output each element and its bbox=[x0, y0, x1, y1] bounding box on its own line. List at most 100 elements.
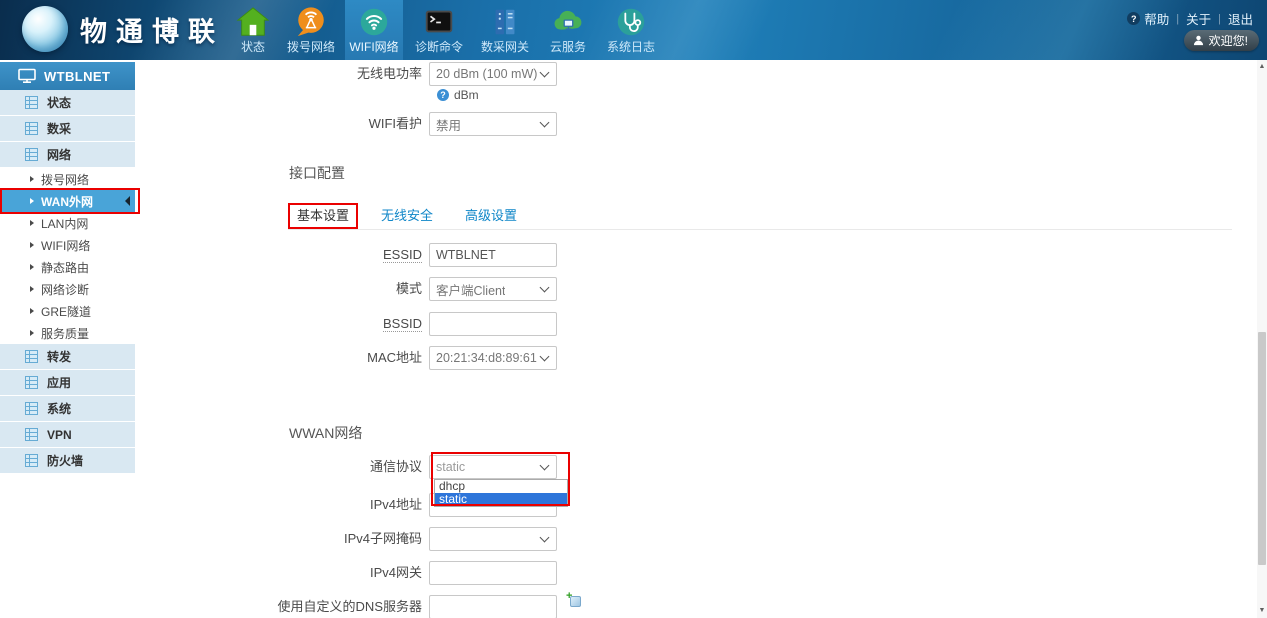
logout-label: 退出 bbox=[1228, 9, 1253, 28]
field-label: IPv4网关 bbox=[135, 561, 429, 585]
sidebar-item-firewall[interactable]: 防火墙 bbox=[0, 448, 135, 473]
topnav-label: WIFI网络 bbox=[345, 40, 403, 54]
brand-name: 物通博联 bbox=[80, 10, 224, 49]
sidebar-item-label: 拨号网络 bbox=[41, 171, 89, 188]
tab-advanced-settings[interactable]: 高级设置 bbox=[456, 203, 526, 229]
bssid-input[interactable] bbox=[429, 312, 557, 336]
tab-basic-settings[interactable]: 基本设置 bbox=[288, 203, 358, 229]
sidebar-item-label: 状态 bbox=[47, 94, 71, 111]
sidebar-item-network-diagnosis[interactable]: 网络诊断 bbox=[0, 278, 135, 300]
topnav-data-gateway[interactable]: 数采网关 bbox=[476, 0, 534, 60]
select-value: 20:21:34:d8:89:61 bbox=[436, 351, 537, 365]
sidebar-device-title[interactable]: WTBLNET bbox=[0, 62, 135, 90]
about-link[interactable]: 关于 bbox=[1186, 9, 1211, 28]
sidebar-item-wifi[interactable]: WIFI网络 bbox=[0, 234, 135, 256]
plus-icon: + bbox=[566, 590, 572, 602]
sidebar-item-label: 系统 bbox=[47, 400, 71, 417]
sidebar-item-application[interactable]: 应用 bbox=[0, 370, 135, 395]
topnav-dial-network[interactable]: 拨号网络 bbox=[282, 0, 340, 60]
field-row-mac: MAC地址 20:21:34:d8:89:61 bbox=[135, 346, 557, 370]
top-header: 物通博联 状态 拨号网络 WIFI网络 诊断命令 bbox=[0, 0, 1267, 60]
triangle-right-icon bbox=[30, 220, 34, 226]
topnav-status[interactable]: 状态 bbox=[224, 0, 282, 60]
field-label: WIFI看护 bbox=[135, 112, 429, 136]
topnav-label: 系统日志 bbox=[602, 40, 660, 54]
protocol-dropdown-list: dhcp static bbox=[434, 479, 568, 507]
sidebar-item-label: 转发 bbox=[47, 348, 71, 365]
chevron-down-icon bbox=[540, 351, 550, 361]
sidebar-item-label: WAN外网 bbox=[41, 193, 93, 210]
logout-link[interactable]: 退出 bbox=[1228, 9, 1253, 28]
essid-input[interactable] bbox=[429, 243, 557, 267]
topnav-cloud-service[interactable]: 云服务 bbox=[539, 0, 597, 60]
protocol-select[interactable]: static bbox=[429, 455, 557, 479]
essid-label: ESSID bbox=[383, 247, 422, 263]
section-title-interface: 接口配置 bbox=[289, 163, 345, 183]
radio-power-select[interactable]: 20 dBm (100 mW) bbox=[429, 62, 557, 86]
chevron-down-icon bbox=[540, 117, 550, 127]
field-label: IPv4子网掩码 bbox=[135, 527, 429, 551]
field-label: 无线电功率 bbox=[135, 62, 429, 86]
topnav-label: 状态 bbox=[224, 40, 282, 54]
user-icon bbox=[1193, 35, 1204, 46]
chevron-down-icon bbox=[540, 67, 550, 77]
grid-icon bbox=[25, 122, 38, 135]
sidebar-item-system[interactable]: 系统 bbox=[0, 396, 135, 421]
help-link[interactable]: ?帮助 bbox=[1127, 9, 1169, 28]
sidebar-item-label: LAN内网 bbox=[41, 215, 88, 232]
add-entry-icon[interactable]: + bbox=[567, 594, 581, 607]
dns-input[interactable] bbox=[429, 595, 557, 618]
scroll-up-arrow[interactable]: ▲ bbox=[1257, 62, 1267, 72]
topnav-label: 诊断命令 bbox=[410, 40, 468, 54]
triangle-right-icon bbox=[30, 176, 34, 182]
field-row-mode: 模式 客户端Client bbox=[135, 277, 557, 301]
sidebar-item-gre-tunnel[interactable]: GRE隧道 bbox=[0, 300, 135, 322]
topnav-system-log[interactable]: 系统日志 bbox=[602, 0, 660, 60]
sidebar-item-wan[interactable]: WAN外网 bbox=[0, 190, 135, 212]
topnav-label: 拨号网络 bbox=[282, 40, 340, 54]
mac-select[interactable]: 20:21:34:d8:89:61 bbox=[429, 346, 557, 370]
sidebar-item-label: VPN bbox=[47, 428, 72, 442]
dropdown-option-static[interactable]: static bbox=[435, 493, 567, 506]
chevron-down-icon bbox=[540, 532, 550, 542]
mode-select[interactable]: 客户端Client bbox=[429, 277, 557, 301]
sidebar-item-static-route[interactable]: 静态路由 bbox=[0, 256, 135, 278]
sidebar-item-vpn[interactable]: VPN bbox=[0, 422, 135, 447]
ipv4-netmask-select[interactable] bbox=[429, 527, 557, 551]
welcome-text: 欢迎您! bbox=[1209, 32, 1248, 49]
scroll-down-arrow[interactable]: ▼ bbox=[1257, 606, 1267, 616]
field-label: 模式 bbox=[135, 277, 429, 301]
scrollbar-thumb[interactable] bbox=[1258, 332, 1266, 565]
select-value: 20 dBm (100 mW) bbox=[436, 67, 537, 81]
topnav-wifi-network[interactable]: WIFI网络 bbox=[345, 0, 403, 60]
terminal-icon bbox=[421, 4, 457, 40]
sidebar-item-label: 防火墙 bbox=[47, 452, 83, 469]
device-name: WTBLNET bbox=[44, 69, 110, 84]
ipv4-gateway-input[interactable] bbox=[429, 561, 557, 585]
topnav-label: 数采网关 bbox=[476, 40, 534, 54]
select-value: 客户端Client bbox=[436, 280, 505, 299]
tab-wireless-security[interactable]: 无线安全 bbox=[372, 203, 442, 229]
top-utility-links: ?帮助 | 关于 | 退出 bbox=[1127, 9, 1253, 28]
broadcast-bubble-icon bbox=[293, 4, 329, 40]
sidebar-item-data-collection[interactable]: 数采 bbox=[0, 116, 135, 141]
server-icon bbox=[487, 4, 523, 40]
topnav-diagnostic-command[interactable]: 诊断命令 bbox=[410, 0, 468, 60]
field-row-radio-power: 无线电功率 20 dBm (100 mW) bbox=[135, 62, 557, 86]
wifi-guard-select[interactable]: 禁用 bbox=[429, 112, 557, 136]
sidebar-item-status[interactable]: 状态 bbox=[0, 90, 135, 115]
sidebar-item-forwarding[interactable]: 转发 bbox=[0, 344, 135, 369]
router-admin-page: 物通博联 状态 拨号网络 WIFI网络 诊断命令 bbox=[0, 0, 1267, 618]
sidebar-item-dial-network[interactable]: 拨号网络 bbox=[0, 168, 135, 190]
sidebar-item-qos[interactable]: 服务质量 bbox=[0, 322, 135, 344]
triangle-right-icon bbox=[30, 242, 34, 248]
sidebar: WTBLNET 状态 数采 网络 拨号网络 WAN外网 LAN内网 WIFI网络… bbox=[0, 62, 135, 474]
scrollbar[interactable]: ▲ ▼ bbox=[1257, 60, 1267, 618]
tab-underline bbox=[288, 229, 1232, 230]
field-row-dns: 使用自定义的DNS服务器 bbox=[135, 595, 557, 618]
welcome-badge[interactable]: 欢迎您! bbox=[1184, 30, 1259, 51]
sidebar-item-lan[interactable]: LAN内网 bbox=[0, 212, 135, 234]
sidebar-item-network[interactable]: 网络 bbox=[0, 142, 135, 167]
grid-icon bbox=[25, 428, 38, 441]
field-label: MAC地址 bbox=[135, 346, 429, 370]
